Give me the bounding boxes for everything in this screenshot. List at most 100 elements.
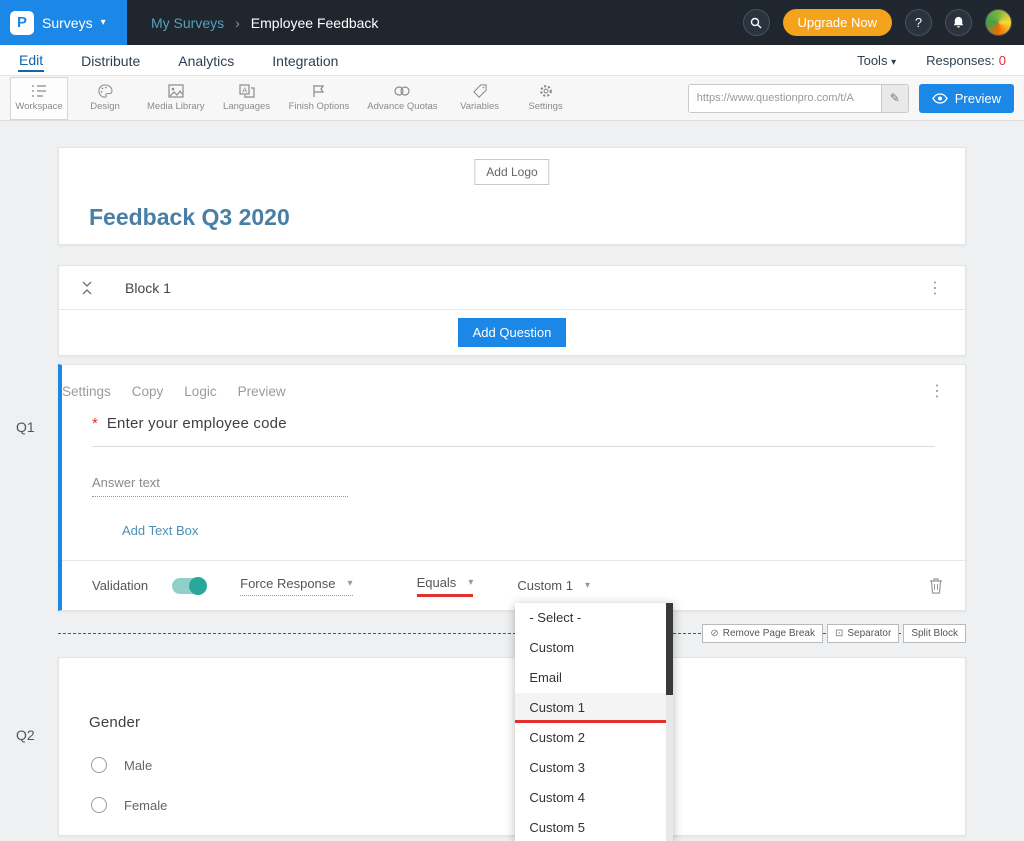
tab-edit[interactable]: Edit [18,48,44,72]
nav-right: Tools ▾ Responses:0 [857,53,1006,68]
dropdown-scrollbar-thumb[interactable] [666,603,673,695]
product-switcher[interactable]: P Surveys ▾ [0,0,127,45]
toolbar-item-advance-quotas[interactable]: Advance Quotas [362,77,442,120]
delete-validation-button[interactable] [929,578,943,594]
separator-button[interactable]: ⊡ Separator [827,624,899,643]
add-question-strip: Add Question [59,310,965,355]
question-card-q2: Gender Male Female [58,657,966,836]
add-question-button[interactable]: Add Question [458,318,567,347]
remove-page-break-button[interactable]: ⊘ Remove Page Break [702,624,823,643]
toolbar-label: Workspace [15,101,62,112]
dropdown-option-custom4[interactable]: Custom 4 [515,783,673,813]
toggle-knob [189,577,207,595]
validation-toggle[interactable] [172,578,206,594]
help-button[interactable]: ? [905,9,932,36]
tab-distribute[interactable]: Distribute [80,49,141,71]
survey-title[interactable]: Feedback Q3 2020 [89,204,290,231]
topbar: P Surveys ▾ My Surveys › Employee Feedba… [0,0,1024,45]
tools-label: Tools [857,53,887,68]
dropdown-option-custom3[interactable]: Custom 3 [515,753,673,783]
toolbar-right: ✎ Preview [688,84,1014,113]
settings-icon [538,84,554,98]
toolbar-label: Design [90,101,120,112]
search-icon [750,17,762,29]
operator-value: Equals [417,575,457,590]
radio-button-icon[interactable] [91,757,107,773]
upgrade-now-button[interactable]: Upgrade Now [783,9,893,36]
dropdown-option-custom2[interactable]: Custom 2 [515,723,673,753]
survey-url-field: ✎ [688,84,909,113]
toolbar-item-settings[interactable]: Settings [517,77,575,120]
dropdown-scrollbar[interactable] [666,603,673,841]
main-nav: Edit Distribute Analytics Integration To… [0,45,1024,76]
block-header: Block 1 ⋮ [59,266,965,310]
collapse-block-button[interactable] [81,281,93,295]
block-title[interactable]: Block 1 [125,280,171,296]
force-response-select[interactable]: Force Response ▾ [240,576,352,596]
dropdown-option-email[interactable]: Email [515,663,673,693]
dropdown-option-custom[interactable]: Custom [515,633,673,663]
user-avatar[interactable] [985,9,1012,36]
toolbar-item-design[interactable]: Design [76,77,134,120]
chevron-down-icon: ▾ [468,577,473,588]
notifications-button[interactable] [945,9,972,36]
eye-icon [932,93,948,104]
question-preview-link[interactable]: Preview [238,384,286,399]
toolbar-item-variables[interactable]: Variables [451,77,509,120]
question-number-q1: Q1 [16,419,35,435]
radio-button-icon[interactable] [91,797,107,813]
chevron-down-icon: ▾ [585,580,590,591]
question-actions: Settings Copy Logic Preview ⋮ [62,365,965,401]
chevron-down-icon: ▾ [348,578,353,589]
question-text-field[interactable]: * Enter your employee code [92,415,935,447]
required-asterisk: * [92,415,98,432]
question-settings-link[interactable]: Settings [62,384,111,399]
tab-analytics[interactable]: Analytics [177,49,235,71]
toolbar-label: Languages [223,101,270,112]
question-card-q1: Settings Copy Logic Preview ⋮ * Enter yo… [58,364,966,611]
preview-label: Preview [955,91,1001,106]
dropdown-option-select[interactable]: - Select - [515,603,673,633]
edit-url-button[interactable]: ✎ [881,85,908,112]
question-menu-button[interactable]: ⋮ [929,381,945,401]
custom-value-select-wrap: Custom 1 ▾ - Select - Custom Email Custo… [517,578,590,593]
question-copy-link[interactable]: Copy [132,384,164,399]
product-label: Surveys [42,15,93,31]
languages-icon: A [239,84,255,98]
validation-type-dropdown: - Select - Custom Email Custom 1 Custom … [515,603,673,841]
custom-value-select[interactable]: Custom 1 ▾ [517,578,590,593]
preview-button[interactable]: Preview [919,84,1014,113]
question-text[interactable]: Enter your employee code [107,415,287,432]
topbar-actions: Upgrade Now ? [743,9,1024,36]
toolbar-item-workspace[interactable]: Workspace [10,77,68,120]
toolbar-item-media-library[interactable]: Media Library [142,77,210,120]
toolbar-item-finish-options[interactable]: Finish Options [284,77,355,120]
radio-label: Female [124,798,167,813]
question-logic-link[interactable]: Logic [184,384,216,399]
block-menu-button[interactable]: ⋮ [927,278,943,298]
toolbar-label: Finish Options [289,101,350,112]
breadcrumb: My Surveys › Employee Feedback [151,15,378,31]
custom-value: Custom 1 [517,578,573,593]
toolbar-label: Advance Quotas [367,101,437,112]
tab-integration[interactable]: Integration [271,49,339,71]
breadcrumb-separator-icon: › [235,15,240,31]
split-block-label: Split Block [911,628,958,639]
workspace-icon [31,84,47,98]
breadcrumb-my-surveys[interactable]: My Surveys [151,15,224,31]
pencil-icon: ✎ [890,91,900,105]
answer-text-input[interactable]: Answer text [92,475,348,497]
add-logo-button[interactable]: Add Logo [474,159,549,185]
collapse-icon [81,281,93,295]
split-block-button[interactable]: Split Block [903,624,966,643]
operator-select[interactable]: Equals ▾ [417,575,474,597]
bell-icon [952,16,965,29]
remove-page-break-label: Remove Page Break [723,628,815,639]
dropdown-option-custom5[interactable]: Custom 5 [515,813,673,841]
search-button[interactable] [743,9,770,36]
toolbar-item-languages[interactable]: A Languages [218,77,276,120]
dropdown-option-custom1[interactable]: Custom 1 [515,693,673,723]
tools-dropdown[interactable]: Tools ▾ [857,53,896,68]
add-text-box-link[interactable]: Add Text Box [122,523,198,538]
survey-url-input[interactable] [689,85,881,112]
